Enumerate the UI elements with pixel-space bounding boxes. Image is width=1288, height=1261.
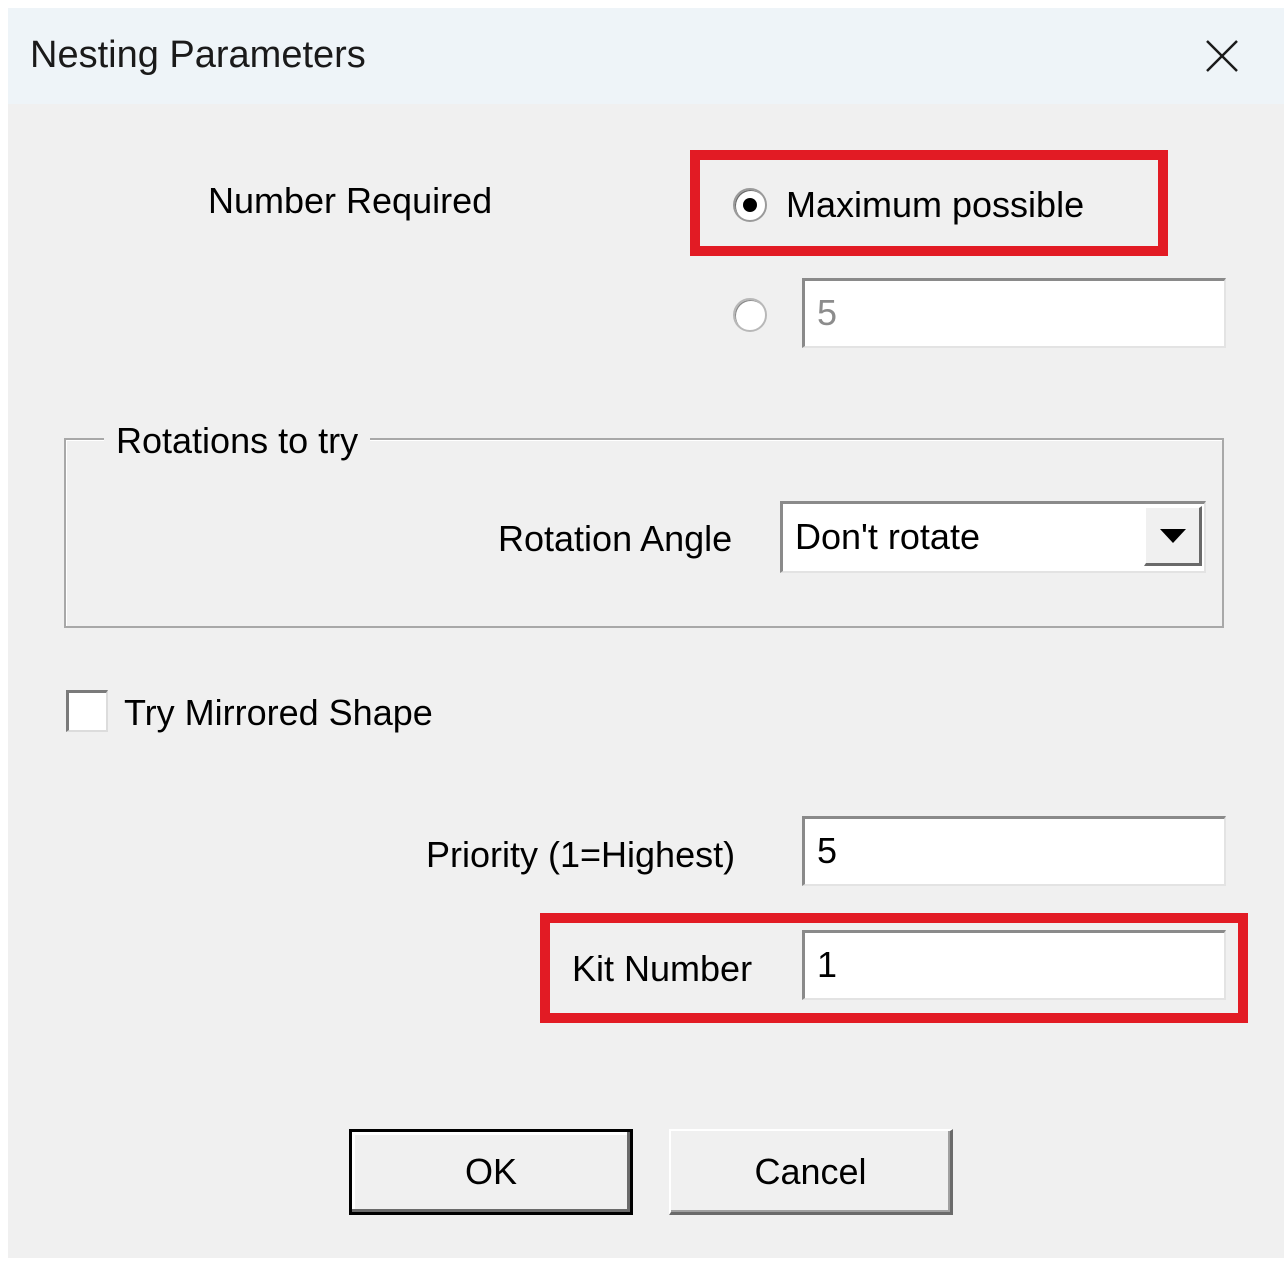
dialog-title: Nesting Parameters (30, 34, 366, 76)
rotation-angle-dropdown-button[interactable] (1144, 506, 1202, 566)
highlight-maximum-possible (690, 150, 1168, 256)
cancel-button[interactable]: Cancel (669, 1129, 953, 1215)
try-mirrored-shape-checkbox[interactable] (66, 690, 108, 732)
highlight-kit-number (540, 913, 1248, 1023)
close-button[interactable] (1194, 28, 1250, 84)
rotation-angle-value: Don't rotate (795, 516, 980, 557)
rotations-group-legend: Rotations to try (104, 420, 371, 462)
ok-button[interactable]: OK (349, 1129, 633, 1215)
chevron-down-icon (1159, 528, 1186, 543)
priority-label: Priority (1=Highest) (426, 834, 736, 875)
close-icon (1206, 40, 1238, 72)
rotation-angle-select[interactable]: Don't rotate (780, 501, 1206, 573)
number-required-input[interactable]: 5 (802, 278, 1226, 348)
ok-button-label: OK (464, 1151, 517, 1192)
rotation-angle-label: Rotation Angle (498, 518, 733, 559)
nesting-parameters-dialog: Nesting Parameters Number Required Maxim… (8, 8, 1284, 1258)
radio-custom-number[interactable] (733, 298, 767, 332)
try-mirrored-shape-label[interactable]: Try Mirrored Shape (124, 692, 433, 734)
cancel-button-label: Cancel (754, 1150, 867, 1192)
number-required-label: Number Required (208, 180, 493, 221)
priority-input[interactable]: 5 (802, 816, 1226, 886)
title-bar: Nesting Parameters (8, 8, 1284, 104)
